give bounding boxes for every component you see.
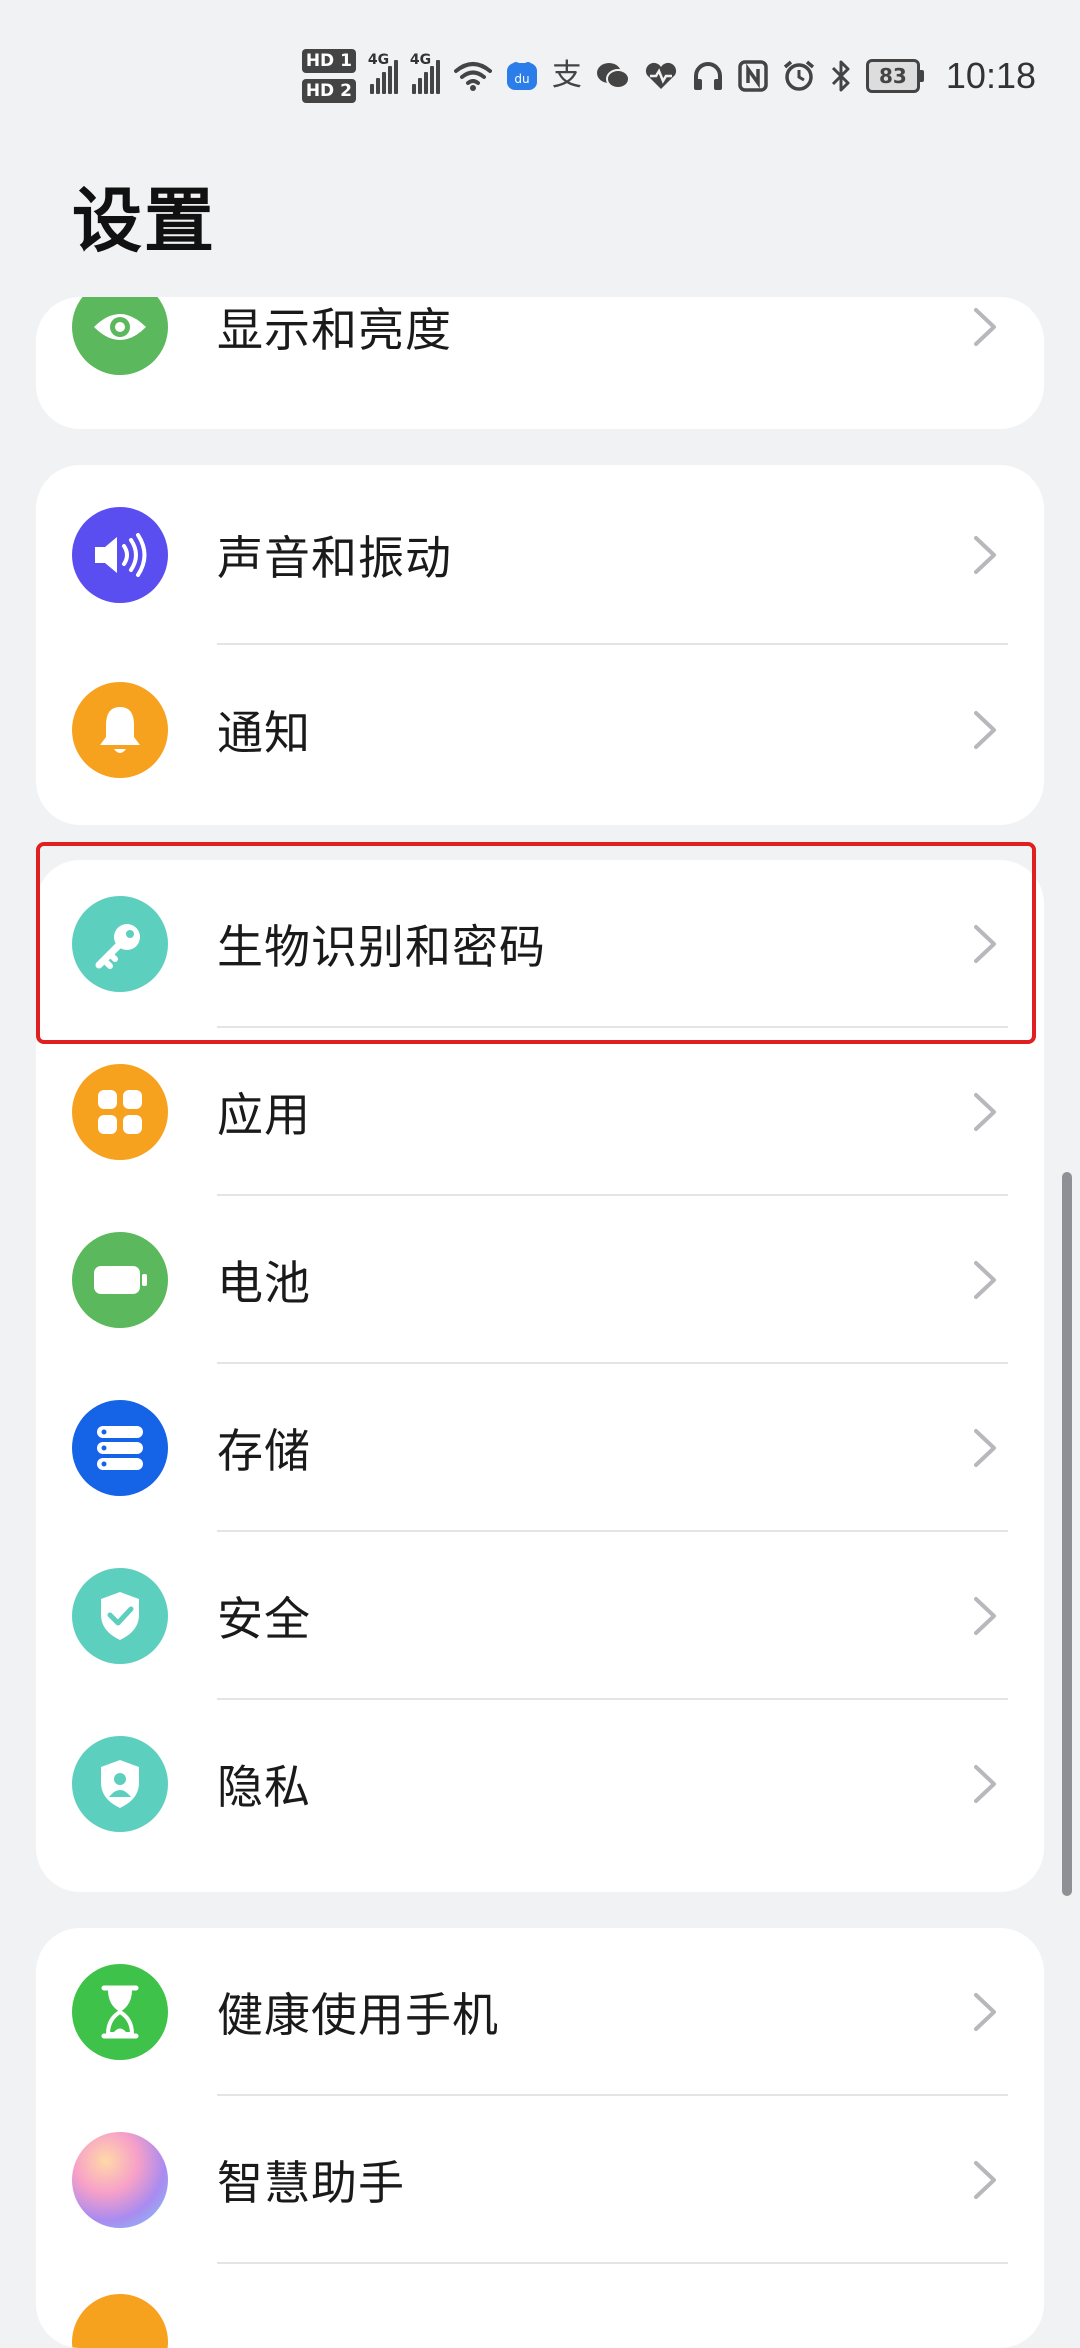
settings-card-main: 生物识别和密码 应用 电池 存储 安全 隐私 [36, 860, 1044, 1892]
settings-item-partial[interactable] [36, 2264, 1044, 2348]
settings-card-display: 显示和亮度 [36, 297, 1044, 429]
battery-level: 83 [878, 64, 907, 88]
key-icon [72, 896, 168, 992]
chevron-right-icon [974, 1993, 996, 2031]
hourglass-icon [72, 1964, 168, 2060]
chevron-right-icon [974, 1765, 996, 1803]
smart-assistant-icon [72, 2132, 168, 2228]
shield-person-icon [72, 1736, 168, 1832]
chevron-right-icon [974, 925, 996, 963]
chevron-right-icon [974, 1597, 996, 1635]
settings-card-sound: 声音和振动 通知 [36, 465, 1044, 825]
eye-icon [72, 297, 168, 375]
settings-item-privacy[interactable]: 隐私 [36, 1700, 1044, 1868]
svg-text:du: du [514, 72, 529, 86]
shield-check-icon [72, 1568, 168, 1664]
alipay-icon: 支 [551, 58, 582, 93]
settings-card-wellbeing: 健康使用手机 智慧助手 [36, 1928, 1044, 2348]
network-type-2: 4G [409, 52, 432, 68]
chevron-right-icon [974, 2161, 996, 2199]
settings-item-security[interactable]: 安全 [36, 1532, 1044, 1700]
settings-item-label: 隐私 [217, 1760, 311, 1814]
settings-item-label: 安全 [217, 1592, 311, 1646]
alarm-icon [783, 60, 815, 91]
baidu-app-icon: du [506, 62, 537, 90]
storage-icon [72, 1400, 168, 1496]
battery-icon [72, 1232, 168, 1328]
network-type-1: 4G [367, 52, 390, 68]
settings-item-label: 智慧助手 [217, 2156, 405, 2210]
page-title: 设置 [72, 180, 216, 262]
settings-item-display-brightness[interactable]: 显示和亮度 [36, 297, 1044, 393]
settings-item-label: 健康使用手机 [217, 1988, 499, 2042]
settings-item-digital-balance[interactable]: 健康使用手机 [36, 1928, 1044, 2096]
speaker-icon [72, 507, 168, 603]
settings-item-battery[interactable]: 电池 [36, 1196, 1044, 1364]
scrollbar[interactable] [1062, 1172, 1072, 1896]
wechat-icon [596, 63, 630, 89]
signal-icon-sim1: 4G [368, 52, 398, 94]
chevron-right-icon [974, 1261, 996, 1299]
settings-item-label: 显示和亮度 [217, 303, 452, 357]
chevron-right-icon [974, 1093, 996, 1131]
hd1-badge: HD 1 [301, 49, 356, 73]
settings-item-notifications[interactable]: 通知 [36, 645, 1044, 815]
bluetooth-icon [831, 60, 850, 92]
wifi-icon [453, 62, 492, 91]
settings-item-smart-assistant[interactable]: 智慧助手 [36, 2096, 1044, 2264]
health-icon [645, 62, 676, 89]
status-icons: HD 1 HD 2 4G 4G du 支 83 10:18 [301, 44, 1036, 108]
headphones-icon [693, 62, 722, 90]
chevron-right-icon [974, 1429, 996, 1467]
hd2-badge: HD 2 [301, 79, 356, 103]
bell-icon [72, 682, 168, 778]
nfc-icon [738, 60, 768, 92]
status-bar: HD 1 HD 2 4G 4G du 支 83 10:18 [0, 0, 1080, 150]
settings-item-label: 生物识别和密码 [217, 920, 546, 974]
settings-item-label: 存储 [217, 1424, 311, 1478]
settings-item-label: 声音和振动 [217, 531, 452, 585]
settings-item-label: 应用 [217, 1088, 311, 1142]
settings-item-apps[interactable]: 应用 [36, 1028, 1044, 1196]
chevron-right-icon [974, 711, 996, 749]
chevron-right-icon [974, 308, 996, 346]
hd-voice-indicators: HD 1 HD 2 [301, 49, 356, 103]
settings-item-biometrics-password[interactable]: 生物识别和密码 [36, 860, 1044, 1028]
clock: 10:18 [945, 55, 1036, 96]
settings-item-storage[interactable]: 存储 [36, 1364, 1044, 1532]
signal-icon-sim2: 4G [410, 52, 440, 94]
settings-item-sound-vibration[interactable]: 声音和振动 [36, 465, 1044, 645]
chevron-right-icon [974, 536, 996, 574]
settings-item-label: 通知 [217, 706, 311, 760]
battery-icon: 83 [865, 59, 924, 93]
apps-grid-icon [72, 1064, 168, 1160]
settings-item-label: 电池 [217, 1256, 311, 1310]
